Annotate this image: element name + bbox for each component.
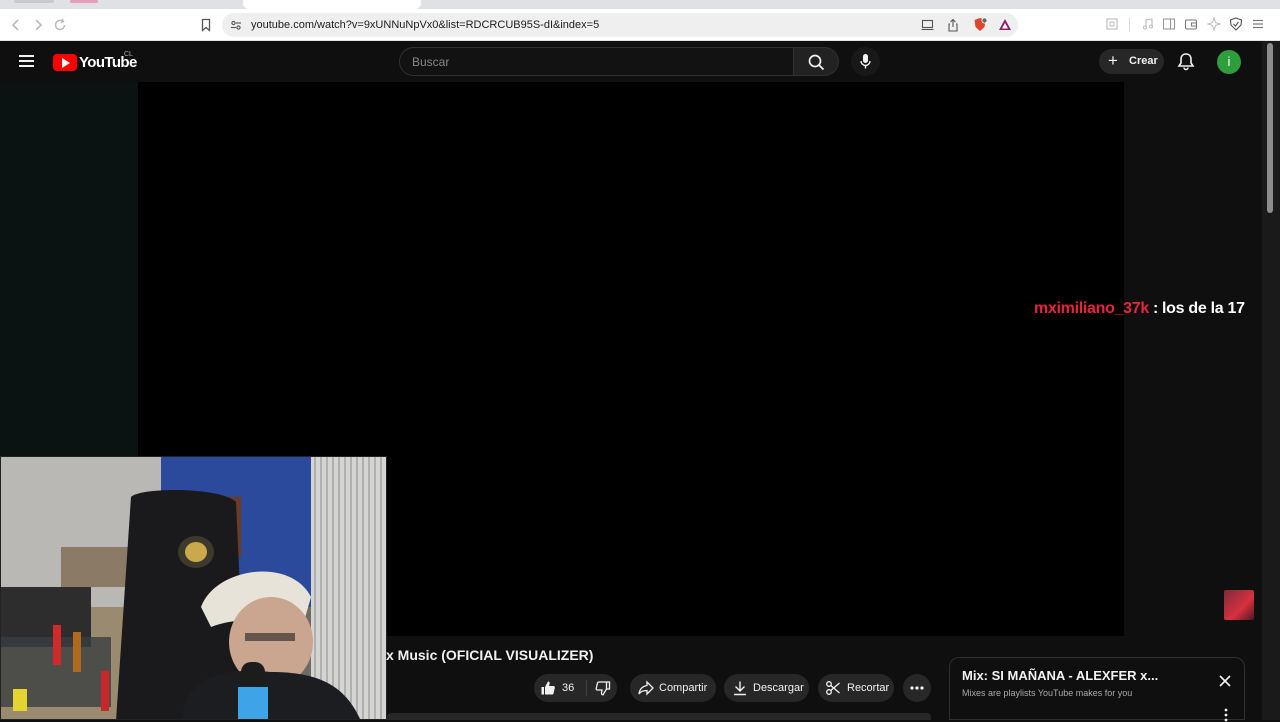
tab-hint bbox=[14, 0, 54, 3]
music-icon[interactable] bbox=[1141, 17, 1155, 31]
share-label: Compartir bbox=[659, 682, 708, 694]
playlist-subtitle: Mixes are playlists YouTube makes for yo… bbox=[962, 688, 1133, 698]
search-icon bbox=[808, 54, 825, 71]
leo-ai-icon[interactable] bbox=[1207, 17, 1221, 31]
thumbs-up-icon bbox=[541, 681, 555, 695]
bookmark-icon[interactable] bbox=[198, 17, 214, 33]
youtube-header: YouTube CL + Crear i bbox=[0, 41, 1262, 82]
webcam-scene-image bbox=[1, 457, 386, 719]
reload-icon[interactable] bbox=[52, 17, 68, 33]
account-avatar[interactable]: i bbox=[1217, 50, 1241, 74]
browser-toolbar: youtube.com/watch?v=9xUNNuNpVx0&list=RDC… bbox=[0, 9, 1280, 41]
stream-overlay-avatar bbox=[1224, 590, 1254, 620]
voice-search-button[interactable] bbox=[851, 47, 880, 76]
like-count: 36 bbox=[562, 682, 575, 694]
browser-tab-strip bbox=[0, 0, 1280, 9]
chat-username: mximiliano_37k bbox=[1034, 300, 1149, 317]
description-box-edge bbox=[387, 713, 931, 720]
like-button[interactable]: 36 bbox=[534, 674, 584, 702]
search-box bbox=[399, 47, 794, 76]
playlist-title[interactable]: Mix: SI MAÑANA - ALEXFER x... bbox=[962, 668, 1158, 683]
chat-separator: : bbox=[1152, 300, 1159, 317]
toolbar-divider bbox=[1129, 18, 1130, 32]
video-title: x Music (OFICIAL VISUALIZER) bbox=[386, 647, 594, 663]
create-button[interactable]: + Crear bbox=[1099, 49, 1164, 74]
scissors-icon bbox=[826, 681, 840, 695]
more-actions-button[interactable] bbox=[903, 674, 931, 702]
brave-shields-icon[interactable] bbox=[973, 17, 988, 33]
microphone-icon bbox=[860, 54, 871, 69]
share-button[interactable]: Compartir bbox=[630, 674, 716, 702]
youtube-play-icon bbox=[53, 53, 77, 71]
menu-icon[interactable] bbox=[1251, 17, 1265, 31]
site-settings-icon[interactable] bbox=[230, 19, 242, 31]
download-icon bbox=[734, 681, 746, 696]
notifications-bell-icon[interactable] bbox=[1177, 52, 1195, 71]
left-background bbox=[0, 82, 138, 456]
address-bar[interactable]: youtube.com/watch?v=9xUNNuNpVx0&list=RDC… bbox=[222, 13, 1018, 37]
forward-icon[interactable] bbox=[30, 17, 46, 33]
download-button[interactable]: Descargar bbox=[724, 674, 809, 702]
tab-hint bbox=[70, 0, 98, 3]
clip-button[interactable]: Recortar bbox=[818, 674, 894, 702]
country-code: CL bbox=[124, 51, 133, 58]
playlist-panel: Mix: SI MAÑANA - ALEXFER x... Mixes are … bbox=[949, 657, 1245, 722]
like-divider bbox=[586, 680, 587, 696]
share-icon bbox=[638, 680, 654, 696]
guide-menu-icon[interactable] bbox=[19, 55, 34, 67]
chat-text: los de la 17 bbox=[1162, 300, 1245, 317]
wallet-icon[interactable] bbox=[1184, 17, 1198, 31]
plus-icon: + bbox=[1108, 51, 1118, 70]
dislike-button[interactable] bbox=[589, 674, 617, 702]
create-label: Crear bbox=[1129, 55, 1158, 67]
more-horizontal-icon bbox=[910, 686, 924, 690]
sidebar-icon[interactable] bbox=[1162, 17, 1176, 31]
back-icon[interactable] bbox=[8, 17, 24, 33]
stream-chat-message: mximiliano_37k: los de la 17 bbox=[1034, 300, 1245, 325]
close-icon[interactable] bbox=[1218, 674, 1232, 688]
clip-label: Recortar bbox=[847, 682, 890, 694]
webcam-overlay bbox=[0, 456, 387, 720]
url-text: youtube.com/watch?v=9xUNNuNpVx0&list=RDC… bbox=[251, 19, 600, 31]
page-scrollbar[interactable] bbox=[1262, 41, 1280, 720]
cast-icon[interactable] bbox=[921, 19, 934, 31]
vpn-icon[interactable] bbox=[1229, 17, 1243, 31]
brave-rewards-icon[interactable] bbox=[998, 18, 1012, 31]
scrollbar-thumb[interactable] bbox=[1267, 43, 1273, 213]
active-browser-tab[interactable] bbox=[243, 0, 421, 9]
share-page-icon[interactable] bbox=[947, 18, 959, 32]
search-button[interactable] bbox=[794, 47, 839, 76]
search-input[interactable] bbox=[410, 48, 780, 75]
right-background bbox=[1124, 82, 1262, 636]
like-dislike-group: 36 bbox=[534, 674, 617, 702]
extension-icon[interactable] bbox=[1105, 17, 1119, 31]
download-label: Descargar bbox=[753, 682, 804, 694]
thumbs-down-icon bbox=[595, 681, 611, 696]
